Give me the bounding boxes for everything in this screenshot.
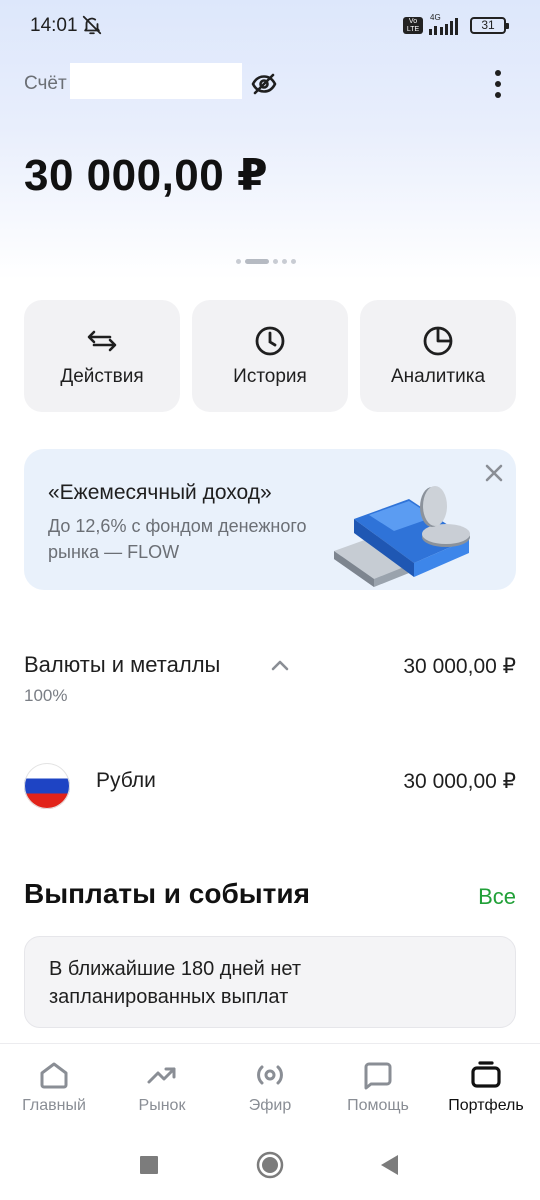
actions-label: Действия <box>60 366 144 387</box>
payouts-empty-text: В ближайшие 180 дней нет запланированных… <box>49 958 302 1008</box>
pager-dot <box>291 258 296 264</box>
volte-icon: Vo LTE <box>403 17 423 34</box>
history-button[interactable]: История <box>192 300 348 412</box>
chevron-up-icon[interactable] <box>270 657 290 673</box>
holdings-total: 30 000,00 ₽ <box>403 655 516 678</box>
pager-dot <box>282 258 287 264</box>
briefcase-icon <box>471 1061 501 1088</box>
home-circle-icon[interactable] <box>256 1151 284 1179</box>
back-triangle-icon[interactable] <box>376 1151 404 1179</box>
bell-off-icon <box>82 15 102 35</box>
russia-flag-icon <box>24 763 70 809</box>
swap-arrows-icon <box>87 330 117 352</box>
account-balance: 30 000,00 ₽ <box>24 151 269 200</box>
actions-button[interactable]: Действия <box>24 300 180 412</box>
home-icon <box>40 1062 68 1089</box>
nav-label-help: Помощь <box>347 1097 409 1114</box>
pager-dot-active <box>245 258 269 264</box>
promo-text: До 12,6% с фондом денежного рынка — FLOW <box>48 516 307 562</box>
history-label: История <box>233 366 307 387</box>
status-time: 14:01 <box>30 15 78 36</box>
broadcast-icon <box>257 1065 283 1085</box>
promo-banner[interactable]: «Ежемесячный доход» До 12,6% с фондом де… <box>24 449 516 590</box>
nav-label-portfolio: Портфель <box>448 1097 524 1114</box>
nav-label-broadcast: Эфир <box>248 1097 292 1114</box>
payouts-all-link[interactable]: Все <box>478 884 516 910</box>
account-number-masked <box>70 63 242 99</box>
trend-up-icon <box>147 1067 176 1084</box>
nav-label-market: Рынок <box>138 1097 186 1114</box>
pie-chart-icon <box>423 326 453 356</box>
status-bar: 14:01 Vo LTE 4G 31 <box>0 0 540 52</box>
signal-icon <box>429 18 458 35</box>
pager-dot <box>273 258 278 264</box>
coins-bars-illustration <box>334 486 470 587</box>
action-tiles: Действия История Аналитика <box>24 300 516 412</box>
holdings-percent: 100% <box>24 686 68 705</box>
chat-bubble-icon <box>364 1062 392 1090</box>
clock-icon <box>255 326 285 356</box>
battery-icon: 31 <box>470 17 509 34</box>
analytics-label: Аналитика <box>390 366 486 387</box>
close-icon[interactable] <box>482 461 506 485</box>
nav-item-home[interactable]: Главный <box>0 1044 108 1130</box>
nav-item-help[interactable]: Помощь <box>324 1044 432 1130</box>
eye-off-icon[interactable] <box>250 70 278 98</box>
recent-apps-icon[interactable] <box>135 1151 163 1179</box>
promo-title: «Ежемесячный доход» <box>48 481 272 504</box>
nav-item-market[interactable]: Рынок <box>108 1044 216 1130</box>
more-menu-icon[interactable] <box>482 66 514 102</box>
battery-level: 31 <box>481 18 495 32</box>
holding-value: 30 000,00 ₽ <box>403 770 516 793</box>
nav-label-home: Главный <box>22 1097 86 1114</box>
payouts-empty-card: В ближайшие 180 дней нет запланированных… <box>24 936 516 1028</box>
holding-name: Рубли <box>96 769 156 792</box>
holding-row-rub[interactable]: Рубли 30 000,00 ₽ <box>24 757 516 811</box>
account-pager <box>236 258 296 264</box>
system-navigation-bar <box>0 1129 540 1200</box>
volte-label: Vo LTE <box>406 18 420 33</box>
nav-item-broadcast[interactable]: Эфир <box>216 1044 324 1130</box>
pager-dot <box>236 258 241 264</box>
nav-item-portfolio[interactable]: Портфель <box>432 1044 540 1130</box>
payouts-section-title: Выплаты и события <box>24 878 310 909</box>
analytics-button[interactable]: Аналитика <box>360 300 516 412</box>
bottom-navigation: Главный Рынок Эфир Помощь Портфель <box>0 1043 540 1129</box>
account-label: Счёт <box>24 73 67 94</box>
holdings-section-title[interactable]: Валюты и металлы <box>24 652 220 678</box>
